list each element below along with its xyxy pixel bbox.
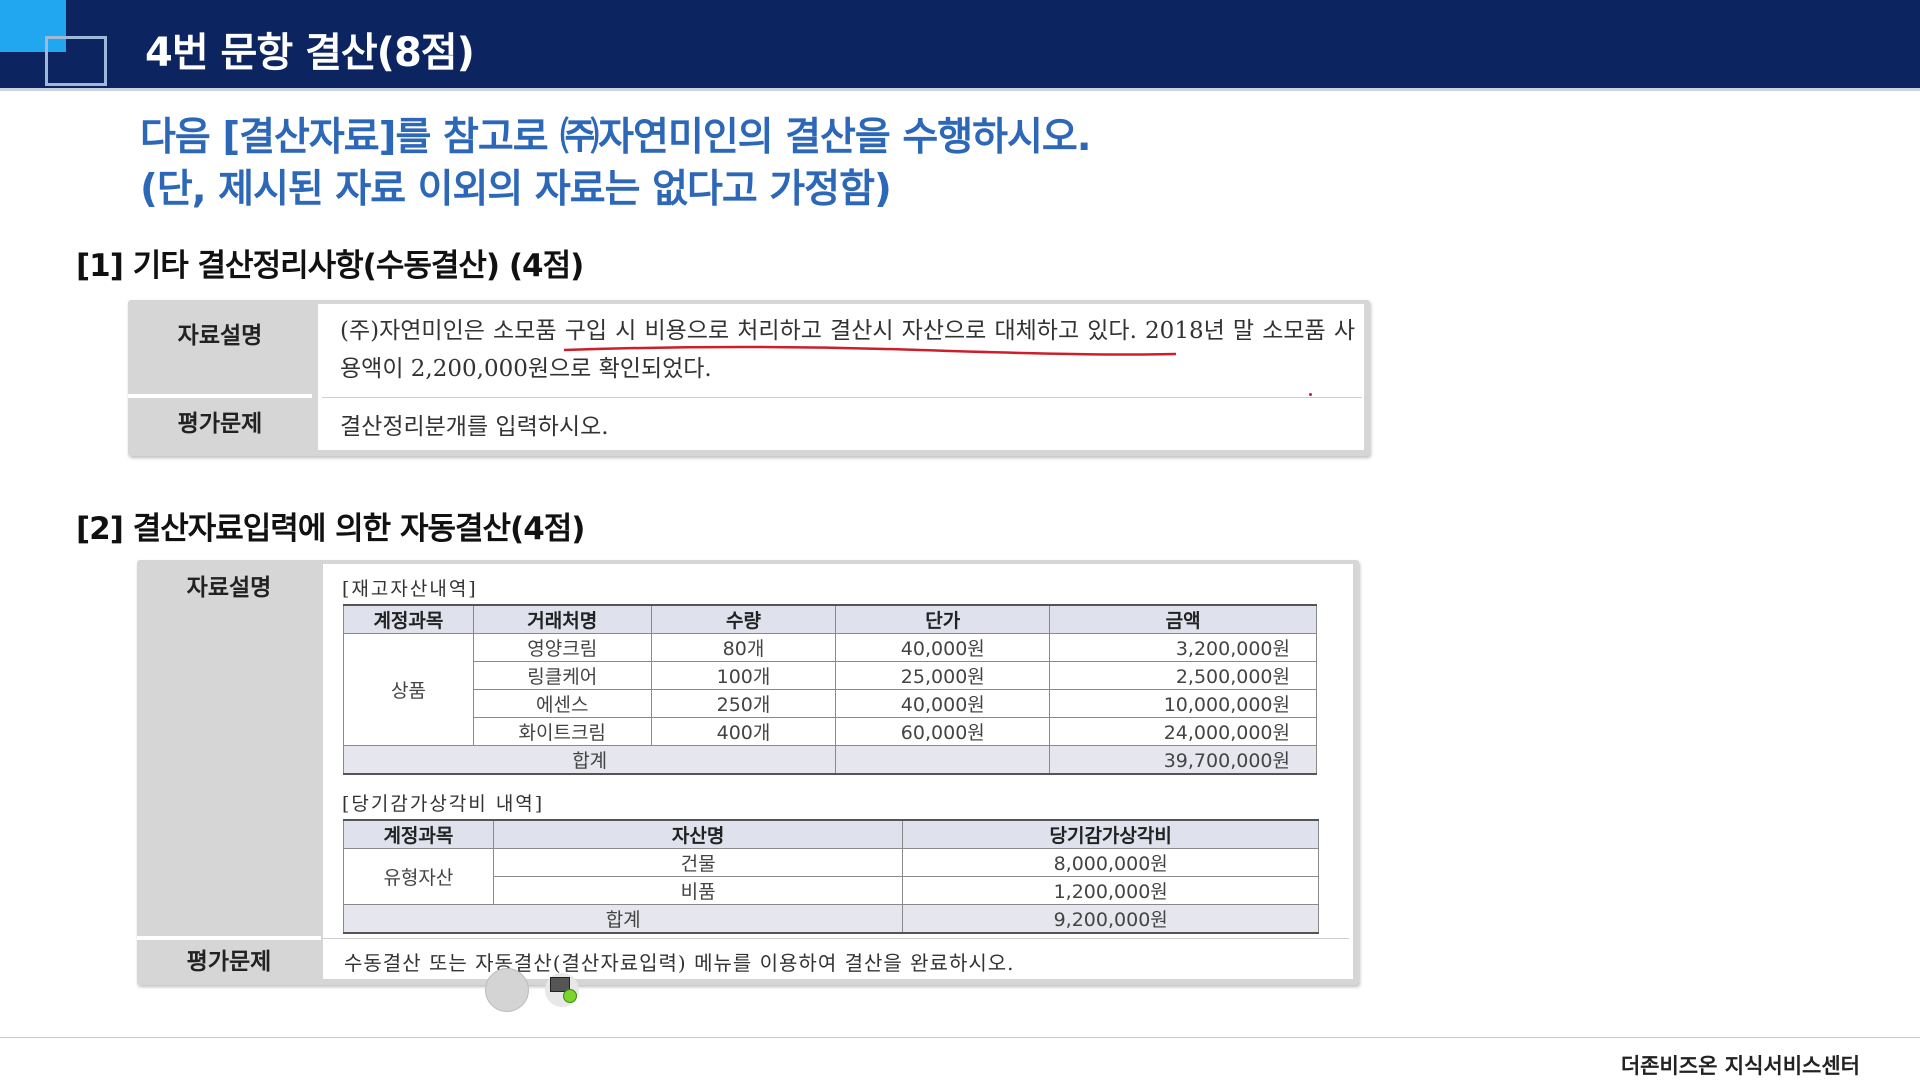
qty-cell: 80개 (650, 633, 837, 662)
asset-cell: 비품 (492, 876, 904, 905)
total-amount: 9,200,000원 (902, 904, 1319, 934)
section2-question-label: 평가문제 (186, 949, 272, 975)
empty-cell (835, 745, 1051, 775)
amount-cell: 3,200,000원 (1049, 633, 1317, 662)
table-row: 화이트크림 400개 60,000원 24,000,000원 (344, 717, 1317, 746)
row-divider (323, 938, 1349, 939)
header-divider (0, 88, 1920, 91)
section1-question-text: 결산정리분개를 입력하시오. (340, 414, 609, 440)
slide-title: 4번 문항 결산(8점) (145, 30, 475, 76)
section2-title: [2] 결산자료입력에 의한 자동결산(4점) (76, 511, 585, 547)
vendor-cell: 화이트크림 (472, 717, 652, 746)
slide-header: 4번 문항 결산(8점) (0, 0, 1920, 88)
price-cell: 40,000원 (835, 633, 1051, 662)
table-total-row: 합계 9,200,000원 (342, 904, 1319, 934)
asset-cell: 건물 (492, 848, 904, 877)
column-header: 수량 (650, 604, 837, 634)
footer-divider (0, 1037, 1920, 1038)
instruction-line-2: (단, 제시된 자료 이외의 자료는 없다고 가정함) (140, 167, 892, 212)
amount-cell: 10,000,000원 (1049, 689, 1317, 718)
table-header-row: 계정과목 자산명 당기감가상각비 (343, 819, 1319, 849)
table-total-row: 합계 39,700,000원 (342, 745, 1317, 775)
section1-title: [1] 기타 결산정리사항(수동결산) (4점) (76, 248, 584, 284)
price-cell: 60,000원 (835, 717, 1051, 746)
red-underline-annotation (563, 345, 1177, 356)
amount-cell: 1,200,000원 (902, 876, 1319, 905)
instruction-line-1: 다음 [결산자료]를 참고로 ㈜자연미인의 결산을 수행하시오. (140, 115, 1092, 160)
table-header-row: 계정과목 거래처명 수량 단가 금액 (343, 604, 1317, 634)
instruction-text: 다음 [결산자료]를 참고로 ㈜자연미인의 결산을 수행하시오. (단, 제시된… (140, 112, 1092, 216)
screen-share-icon[interactable] (545, 973, 579, 1007)
depreciation-caption: [당기감가상각비 내역] (342, 793, 545, 815)
account-cell: 유형자산 (343, 848, 494, 905)
total-label: 합계 (342, 745, 837, 775)
row-divider (322, 397, 1362, 398)
column-header: 단가 (835, 604, 1051, 634)
section2-question-text: 수동결산 또는 자동결산(결산자료입력) 메뉴를 이용하여 결산을 완료하시오. (344, 951, 1015, 975)
column-header: 거래처명 (472, 604, 652, 634)
vendor-cell: 영양크림 (472, 633, 652, 662)
header-decor-outline (45, 36, 107, 86)
table-row: 상품 영양크림 80개 40,000원 3,200,000원 (343, 633, 1317, 746)
section1-question-label: 평가문제 (177, 411, 263, 437)
total-label: 합계 (342, 904, 904, 934)
qty-cell: 250개 (650, 689, 837, 718)
column-header: 계정과목 (343, 604, 474, 634)
qty-cell: 100개 (650, 661, 837, 690)
qty-cell: 400개 (650, 717, 837, 746)
column-header: 계정과목 (343, 819, 494, 849)
status-led-icon (563, 989, 577, 1003)
label-divider (137, 936, 321, 940)
footer-text: 더존비즈온 지식서비스센터 (1620, 1054, 1860, 1078)
depreciation-table: 계정과목 자산명 당기감가상각비 유형자산 건물 8,000,000원 비품 1… (342, 819, 1319, 934)
price-cell: 40,000원 (835, 689, 1051, 718)
column-header: 자산명 (492, 819, 904, 849)
amount-cell: 8,000,000원 (902, 848, 1319, 877)
table-row: 유형자산 건물 8,000,000원 (343, 848, 1319, 905)
record-button[interactable] (485, 968, 529, 1012)
table-row: 링클케어 100개 25,000원 2,500,000원 (344, 661, 1317, 690)
section1-desc-label: 자료설명 (177, 323, 263, 349)
label-divider (128, 394, 312, 398)
vendor-cell: 링클케어 (472, 661, 652, 690)
column-header: 금액 (1049, 604, 1317, 634)
vendor-cell: 에센스 (472, 689, 652, 718)
total-amount: 39,700,000원 (1049, 745, 1317, 775)
table-row: 에센스 250개 40,000원 10,000,000원 (344, 689, 1317, 718)
section2-desc-label: 자료설명 (186, 575, 272, 601)
column-header: 당기감가상각비 (902, 819, 1319, 849)
red-dot-annotation (1309, 393, 1312, 396)
amount-cell: 2,500,000원 (1049, 661, 1317, 690)
amount-cell: 24,000,000원 (1049, 717, 1317, 746)
price-cell: 25,000원 (835, 661, 1051, 690)
inventory-caption: [재고자산내역] (342, 578, 478, 600)
inventory-table: 계정과목 거래처명 수량 단가 금액 상품 영양크림 80개 40,000원 3… (342, 604, 1317, 775)
account-cell: 상품 (343, 633, 474, 746)
